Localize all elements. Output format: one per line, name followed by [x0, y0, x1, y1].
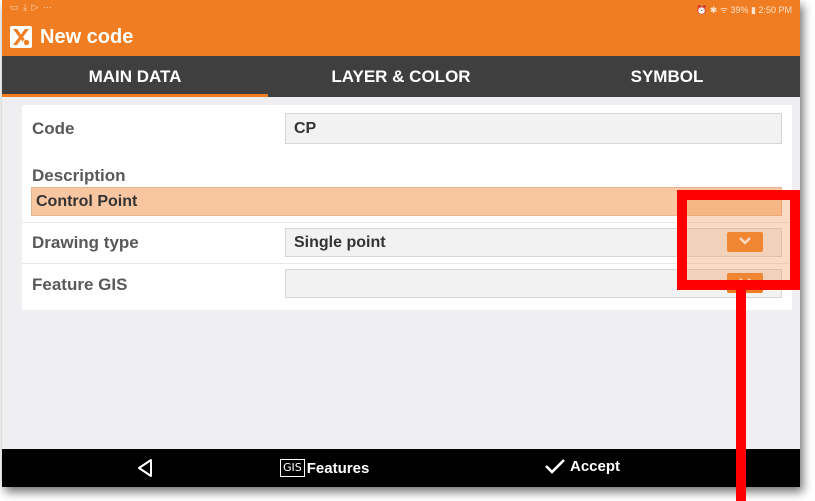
- accept-label: Accept: [570, 457, 621, 475]
- status-notification-icons: ▭ ⤓ ▷ ⋯: [10, 2, 53, 12]
- highlight-pointer-line: [736, 290, 746, 501]
- back-button[interactable]: [134, 457, 156, 479]
- tab-layer-color[interactable]: LAYER & COLOR: [268, 56, 534, 97]
- status-bar: ▭ ⤓ ▷ ⋯ ⏰ ✱ ᯤ 39% ▮ 2:50 PM: [2, 0, 800, 18]
- tab-bar: MAIN DATA LAYER & COLOR SYMBOL: [2, 56, 800, 97]
- feature-gis-label: Feature GIS: [32, 275, 128, 294]
- description-label: Description: [32, 166, 126, 185]
- back-triangle-icon: [138, 459, 152, 477]
- tab-symbol[interactable]: SYMBOL: [534, 56, 800, 97]
- app-logo-icon: [10, 26, 32, 48]
- gis-icon: GIS: [280, 459, 305, 477]
- checkmark-icon: [545, 459, 565, 474]
- status-system-info: ⏰ ✱ ᯤ 39% ▮ 2:50 PM: [696, 5, 792, 15]
- code-field[interactable]: CP: [285, 113, 782, 144]
- title-bar: New code: [2, 18, 800, 56]
- drawing-type-label: Drawing type: [32, 233, 139, 252]
- accept-button[interactable]: Accept: [544, 457, 620, 479]
- tab-main-data[interactable]: MAIN DATA: [2, 56, 268, 97]
- bottom-nav-bar: GIS Features Accept: [2, 449, 800, 487]
- features-label: Features: [306, 459, 370, 477]
- page-title: New code: [40, 26, 134, 48]
- code-label: Code: [32, 119, 75, 138]
- features-button[interactable]: GIS Features: [280, 459, 369, 479]
- description-field[interactable]: Control Point: [31, 187, 782, 216]
- highlight-box: [677, 190, 800, 290]
